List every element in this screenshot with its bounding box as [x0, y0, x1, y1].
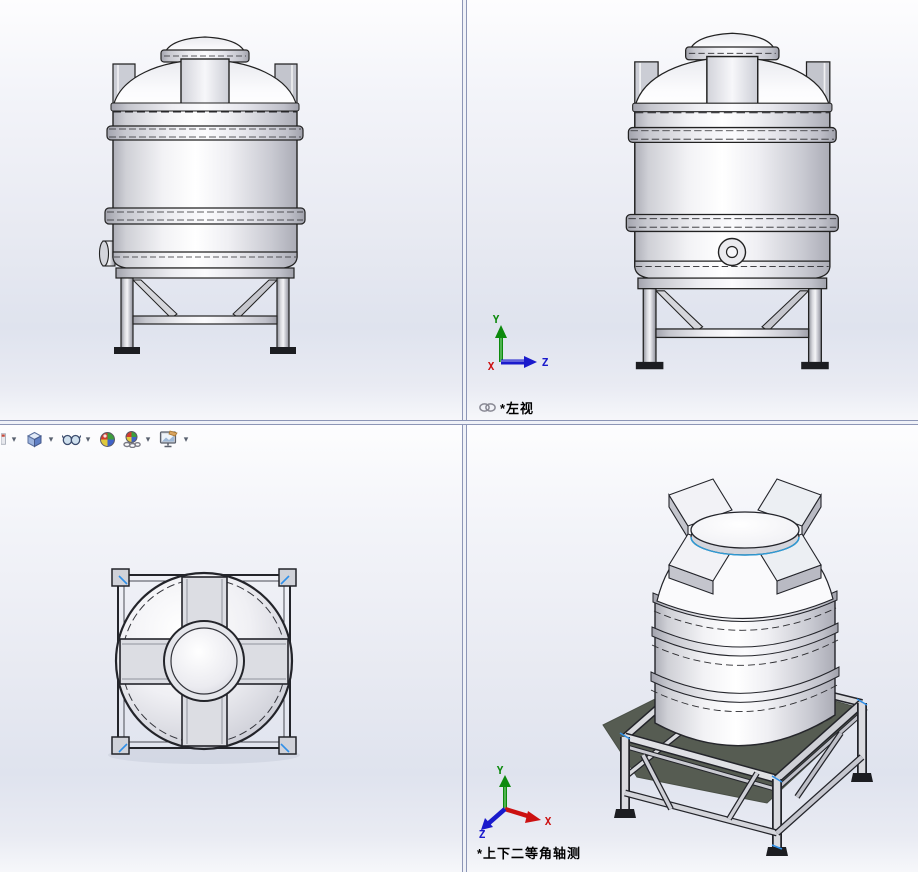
tank-on-stand-isometric[interactable]: [602, 478, 873, 856]
horizontal-viewport-splitter[interactable]: [0, 420, 918, 425]
viewport-front-view[interactable]: [0, 0, 462, 420]
tank-on-stand-top[interactable]: [108, 568, 300, 764]
z-axis-label: Z: [479, 828, 486, 839]
view-label-isometric: *上下二等角轴测: [477, 846, 582, 861]
x-axis-arrow-icon: [525, 811, 541, 823]
top-view-drawing: [108, 568, 300, 764]
orientation-triad-left-view: Y Z X: [488, 313, 549, 373]
front-view-drawing: [98, 36, 306, 355]
x-axis-label: X: [488, 360, 495, 373]
x-axis-label: X: [545, 815, 552, 828]
orientation-triad-isometric: Y X Z: [479, 765, 552, 839]
z-axis-label: Z: [542, 356, 549, 369]
view-label-left: *左视: [479, 398, 534, 417]
viewport-top-view[interactable]: ▾ ▾ ▾ ▾ ▾: [0, 425, 462, 872]
viewport-isometric-view[interactable]: Y X Z *上下二等角轴测: [467, 425, 918, 872]
tank-on-stand-left[interactable]: [625, 32, 840, 371]
tank-front-outlet-fitting[interactable]: [717, 237, 747, 267]
z-axis-arrow-icon: [524, 356, 537, 368]
vertical-viewport-splitter[interactable]: [462, 0, 467, 872]
tank-on-stand-front[interactable]: [104, 36, 306, 355]
viewport-left-view[interactable]: Y Z X *左视: [467, 0, 918, 420]
y-axis-label: Y: [497, 765, 504, 777]
y-axis-arrow-icon: [495, 325, 507, 338]
chain-link-icon: [479, 403, 496, 412]
y-axis-label: Y: [493, 313, 500, 326]
